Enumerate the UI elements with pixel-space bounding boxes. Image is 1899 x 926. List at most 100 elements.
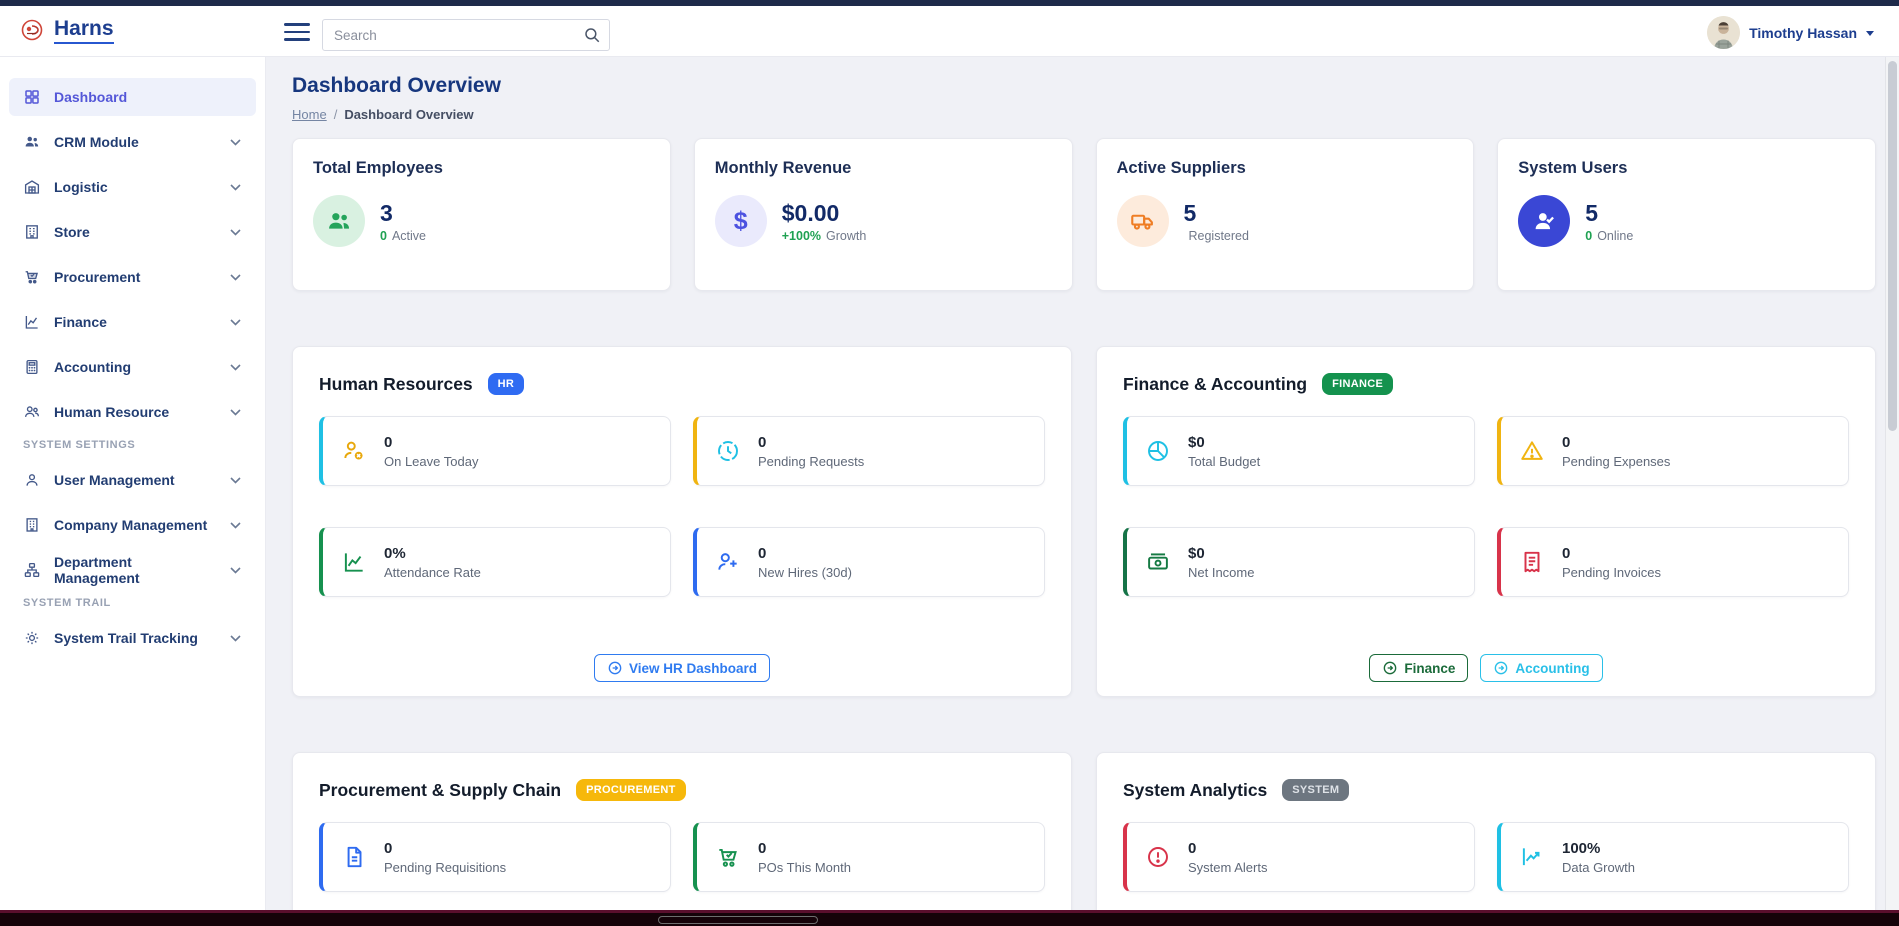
view-hr-dashboard-button[interactable]: View HR Dashboard xyxy=(594,654,770,682)
warehouse-icon xyxy=(22,178,41,197)
sidebar-item-label: Accounting xyxy=(54,359,131,375)
stat-card-system-users: System Users 5 0 Online xyxy=(1497,138,1876,291)
breadcrumb-home-link[interactable]: Home xyxy=(292,107,327,122)
page-title: Dashboard Overview xyxy=(292,74,1876,98)
stat-card-title: System Users xyxy=(1518,159,1855,178)
sidebar-item-label: Finance xyxy=(54,314,107,330)
mini-stat-value: 0 xyxy=(758,545,852,562)
sidebar-item-system-trail-tracking[interactable]: System Trail Tracking xyxy=(9,619,256,657)
chevron-down-icon xyxy=(230,229,241,236)
user-icon xyxy=(22,471,41,490)
truck-icon xyxy=(1117,195,1169,247)
sidebar-item-crm-module[interactable]: CRM Module xyxy=(9,123,256,161)
mini-stat-label: Pending Requests xyxy=(758,454,864,469)
office-building-icon xyxy=(22,516,41,535)
mini-stat-pending-requisitions: 0 Pending Requisitions xyxy=(319,822,671,892)
sidebar-item-human-resource[interactable]: Human Resource xyxy=(9,393,256,431)
sidebar-item-store[interactable]: Store xyxy=(9,213,256,251)
avatar xyxy=(1707,16,1740,49)
calculator-icon xyxy=(22,358,41,377)
mini-stat-on-leave-today: 0 On Leave Today xyxy=(319,416,671,486)
stat-card-value: 3 xyxy=(380,200,426,226)
mini-stat-label: Pending Expenses xyxy=(1562,454,1670,469)
line-chart-icon xyxy=(22,313,41,332)
mini-stat-data-growth: 100% Data Growth xyxy=(1497,822,1849,892)
warning-triangle-icon xyxy=(1517,438,1547,464)
panel-title: Procurement & Supply Chain xyxy=(319,780,561,801)
app-header: Harns Timothy Hassan xyxy=(0,6,1899,57)
panel-procurement: Procurement & Supply Chain PROCUREMENT 0… xyxy=(292,752,1072,910)
sidebar-item-label: Company Management xyxy=(54,517,207,533)
dollar-icon: $ xyxy=(715,195,767,247)
stat-card-sub-label: Growth xyxy=(826,229,866,243)
chevron-down-icon xyxy=(230,409,241,416)
stat-card-active-suppliers: Active Suppliers 5 Registered xyxy=(1096,138,1475,291)
bottom-window-bar xyxy=(0,910,1899,926)
people-group-icon xyxy=(313,195,365,247)
mini-stat-value: 0 xyxy=(1562,545,1661,562)
sidebar-item-dashboard[interactable]: Dashboard xyxy=(9,78,256,116)
vertical-scrollbar-track[interactable] xyxy=(1885,57,1899,910)
stat-card-sub-value: 0 xyxy=(1585,229,1592,243)
user-plus-icon xyxy=(713,549,743,575)
sidebar-item-finance[interactable]: Finance xyxy=(9,303,256,341)
chevron-down-icon xyxy=(230,635,241,642)
sidebar-item-user-management[interactable]: User Management xyxy=(9,461,256,499)
sidebar-item-logistic[interactable]: Logistic xyxy=(9,168,256,206)
mini-stat-value: 0 xyxy=(758,434,864,451)
mini-stat-value: 0 xyxy=(384,840,506,857)
panel-title: Human Resources xyxy=(319,374,473,395)
sidebar-item-procurement[interactable]: Procurement xyxy=(9,258,256,296)
search-input[interactable] xyxy=(322,19,610,51)
arrow-circle-icon xyxy=(1382,660,1398,676)
brand-link[interactable]: Harns xyxy=(20,16,114,44)
stat-card-title: Active Suppliers xyxy=(1117,159,1454,178)
button-label: View HR Dashboard xyxy=(629,661,757,676)
mini-stat-value: 100% xyxy=(1562,840,1635,857)
sidebar-item-label: Logistic xyxy=(54,179,108,195)
sidebar-item-label: Store xyxy=(54,224,90,240)
finance-button[interactable]: Finance xyxy=(1369,654,1468,682)
user-menu[interactable]: Timothy Hassan xyxy=(1707,16,1874,49)
accounting-button[interactable]: Accounting xyxy=(1480,654,1602,682)
people-icon xyxy=(22,403,41,422)
mini-stat-total-budget: $0 Total Budget xyxy=(1123,416,1475,486)
stat-card-sub-label: Registered xyxy=(1189,229,1249,243)
trend-up-icon xyxy=(1517,844,1547,870)
user-x-icon xyxy=(339,438,369,464)
system-badge: SYSTEM xyxy=(1282,779,1349,801)
sidebar-item-label: Dashboard xyxy=(54,89,127,105)
stat-card-title: Total Employees xyxy=(313,159,650,178)
brand-name[interactable]: Harns xyxy=(54,16,114,44)
mini-stat-attendance-rate: 0% Attendance Rate xyxy=(319,527,671,597)
mini-stat-label: Pending Requisitions xyxy=(384,860,506,875)
mini-stat-value: 0 xyxy=(758,840,851,857)
dollar-glyph: $ xyxy=(734,207,748,236)
mini-stat-pending-requests: 0 Pending Requests xyxy=(693,416,1045,486)
chevron-down-icon xyxy=(230,139,241,146)
sidebar-item-label: Human Resource xyxy=(54,404,169,420)
mini-stat-new-hires: 0 New Hires (30d) xyxy=(693,527,1045,597)
users-icon xyxy=(22,133,41,152)
main-content: Dashboard Overview Home / Dashboard Over… xyxy=(266,57,1899,910)
sitemap-icon xyxy=(22,561,41,580)
vertical-scrollbar-thumb[interactable] xyxy=(1888,61,1897,431)
sidebar-item-label: Procurement xyxy=(54,269,140,285)
alert-circle-icon xyxy=(1143,844,1173,870)
mini-stat-system-alerts: 0 System Alerts xyxy=(1123,822,1475,892)
sidebar-item-department-management[interactable]: Department Management xyxy=(9,551,256,589)
panel-finance-accounting: Finance & Accounting FINANCE $0 Total Bu… xyxy=(1096,346,1876,697)
sidebar-section-system-trail: SYSTEM TRAIL xyxy=(23,597,265,609)
header-search xyxy=(322,19,610,51)
sidebar-item-label: Department Management xyxy=(54,554,217,586)
sidebar-item-accounting[interactable]: Accounting xyxy=(9,348,256,386)
search-icon[interactable] xyxy=(583,26,601,44)
button-label: Accounting xyxy=(1515,661,1589,676)
stat-card-sub-label: Online xyxy=(1597,229,1633,243)
mini-stat-label: Data Growth xyxy=(1562,860,1635,875)
brand-logo-icon xyxy=(20,18,44,42)
stat-card-value: 5 xyxy=(1184,200,1249,226)
sidebar-item-company-management[interactable]: Company Management xyxy=(9,506,256,544)
sidebar-toggle-icon[interactable] xyxy=(284,23,310,41)
chevron-down-icon xyxy=(230,567,241,574)
